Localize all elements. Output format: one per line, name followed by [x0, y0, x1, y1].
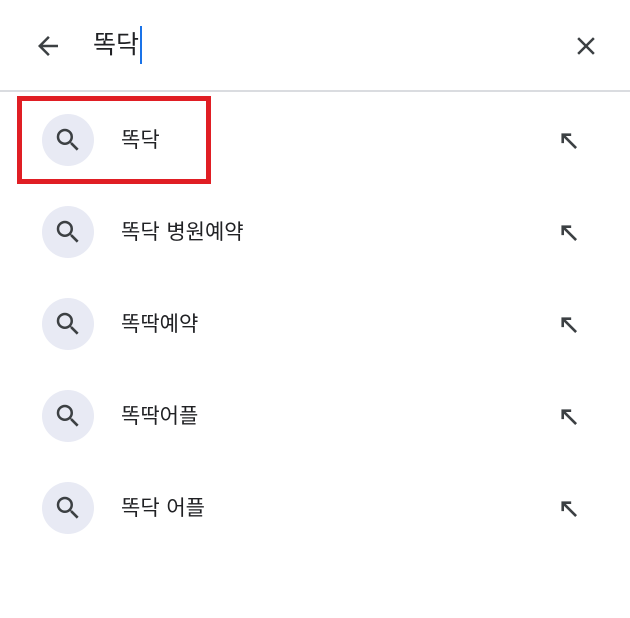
- search-input[interactable]: 똑닥: [93, 22, 143, 68]
- suggestion-item[interactable]: 똑닥 어플: [0, 462, 630, 554]
- suggestion-label: 똑닥 어플: [121, 496, 205, 520]
- search-bar: 똑닥: [0, 0, 630, 92]
- suggestion-label: 똑닥 병원예약: [121, 220, 244, 244]
- suggestion-label: 똑닥: [121, 128, 160, 152]
- suggestion-item[interactable]: 똑딱어플: [0, 370, 630, 462]
- suggestion-label: 똑딱예약: [121, 312, 199, 336]
- suggestion-item[interactable]: 똑닥 병원예약: [0, 186, 630, 278]
- arrow-up-left-icon: [561, 133, 578, 150]
- search-icon: [42, 390, 94, 442]
- search-icon: [42, 298, 94, 350]
- search-icon: [42, 114, 94, 166]
- suggestion-label: 똑딱어플: [121, 404, 199, 428]
- suggestion-item[interactable]: 똑딱예약: [0, 278, 630, 370]
- arrow-up-left-icon: [561, 317, 578, 334]
- text-caret: [140, 26, 143, 64]
- back-button[interactable]: [26, 24, 70, 68]
- fill-query-button[interactable]: [548, 120, 590, 162]
- fill-query-button[interactable]: [548, 212, 590, 254]
- arrow-back-icon: [38, 36, 58, 56]
- clear-button[interactable]: [564, 24, 608, 68]
- search-query-text: 똑닥: [93, 30, 140, 59]
- fill-query-button[interactable]: [548, 304, 590, 346]
- search-screen: 똑닥 똑닥 똑닥 병원예약 똑딱예약 똑딱어플 똑닥 어플: [0, 0, 630, 618]
- close-icon: [577, 37, 595, 55]
- search-icon: [42, 482, 94, 534]
- fill-query-button[interactable]: [548, 488, 590, 530]
- arrow-up-left-icon: [561, 501, 578, 518]
- suggestion-item[interactable]: 똑닥: [0, 94, 630, 186]
- search-icon: [42, 206, 94, 258]
- suggestion-list: 똑닥 똑닥 병원예약 똑딱예약 똑딱어플 똑닥 어플: [0, 94, 630, 554]
- arrow-up-left-icon: [561, 409, 578, 426]
- fill-query-button[interactable]: [548, 396, 590, 438]
- arrow-up-left-icon: [561, 225, 578, 242]
